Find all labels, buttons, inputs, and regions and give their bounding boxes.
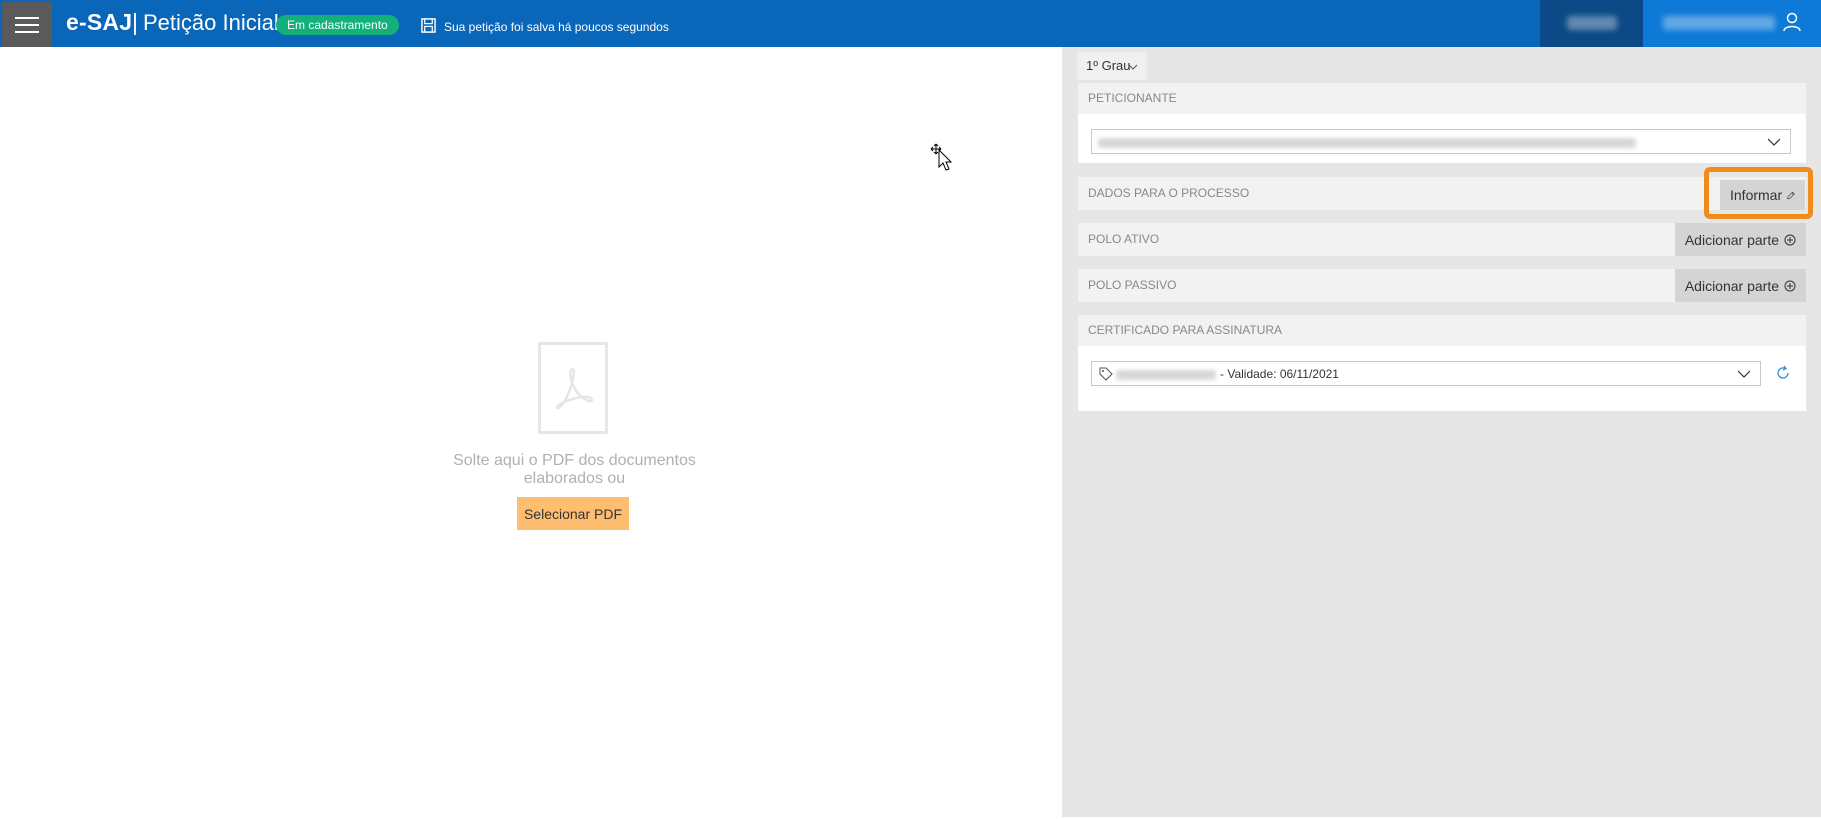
chevron-down-icon xyxy=(1129,64,1137,70)
plus-circle-icon xyxy=(1784,280,1796,291)
page-title: Petição Inicial xyxy=(143,10,279,35)
chevron-down-icon xyxy=(1738,370,1750,378)
redacted-peticionante-value xyxy=(1098,138,1636,148)
hamburger-menu-icon-line xyxy=(15,30,39,33)
pdf-file-icon xyxy=(538,342,608,434)
move-cursor-icon xyxy=(930,143,953,171)
polo-ativo-label: POLO ATIVO xyxy=(1088,232,1160,246)
tag-icon xyxy=(1099,367,1113,381)
certificate-select[interactable]: - Validade: 06/11/2021 xyxy=(1091,361,1761,386)
hamburger-menu-button[interactable] xyxy=(2,2,52,47)
drop-instruction-text: Solte aqui o PDF dos documentos elaborad… xyxy=(453,452,696,487)
court-selector[interactable] xyxy=(1540,0,1643,47)
save-status-text: Sua petição foi salva há poucos segundos xyxy=(444,20,669,34)
peticionante-section: PETICIONANTE xyxy=(1078,83,1806,163)
informar-button-label: Informar xyxy=(1730,187,1783,203)
certificado-section: CERTIFICADO PARA ASSINATURA - Validade: … xyxy=(1078,315,1806,411)
user-icon[interactable] xyxy=(1782,12,1802,32)
redacted-text xyxy=(1567,16,1617,30)
hamburger-menu-icon xyxy=(15,16,39,19)
chevron-down-icon xyxy=(1768,138,1780,146)
add-party-button-label: Adicionar parte xyxy=(1684,231,1779,248)
informar-button[interactable]: Informar xyxy=(1720,180,1805,210)
dados-processo-label: DADOS PARA O PROCESSO xyxy=(1088,186,1250,200)
add-party-passivo-button[interactable]: Adicionar parte xyxy=(1674,269,1806,302)
peticionante-select[interactable] xyxy=(1091,129,1791,154)
top-header-bar: e-SAJ | Petição Inicial Em cadastramento… xyxy=(0,0,1821,47)
save-icon xyxy=(421,18,436,33)
add-party-button-label: Adicionar parte xyxy=(1684,277,1779,294)
redacted-user-name xyxy=(1663,16,1775,30)
brand-logo: e-SAJ xyxy=(66,9,133,35)
section-header: PETICIONANTE xyxy=(1078,83,1806,114)
redacted-certificate-name xyxy=(1116,370,1216,380)
pdf-drop-area[interactable]: Solte aqui o PDF dos documentos elaborad… xyxy=(2,47,1062,817)
certificate-validity-text: - Validade: 06/11/2021 xyxy=(1220,367,1339,381)
section-header: CERTIFICADO PARA ASSINATURA xyxy=(1078,315,1806,346)
select-pdf-button[interactable]: Selecionar PDF xyxy=(517,497,629,530)
polo-ativo-row: POLO ATIVO Adicionar parte xyxy=(1078,223,1806,256)
plus-circle-icon xyxy=(1784,234,1796,245)
status-badge: Em cadastramento xyxy=(276,15,399,35)
refresh-icon[interactable] xyxy=(1775,365,1791,381)
polo-passivo-label: POLO PASSIVO xyxy=(1088,278,1177,292)
title-separator: | xyxy=(132,9,138,35)
add-party-ativo-button[interactable]: Adicionar parte xyxy=(1674,223,1806,256)
hamburger-menu-icon-line xyxy=(15,23,39,26)
polo-passivo-row: POLO PASSIVO Adicionar parte xyxy=(1078,269,1806,302)
dados-processo-row: DADOS PARA O PROCESSO Informar xyxy=(1078,177,1806,210)
grau-dropdown[interactable]: 1º Grau xyxy=(1077,52,1147,80)
pencil-icon xyxy=(1787,191,1795,199)
process-data-panel: 1º Grau PETICIONANTE DADOS PARA O PROCES… xyxy=(1062,47,1821,817)
grau-label: 1º Grau xyxy=(1086,58,1131,73)
